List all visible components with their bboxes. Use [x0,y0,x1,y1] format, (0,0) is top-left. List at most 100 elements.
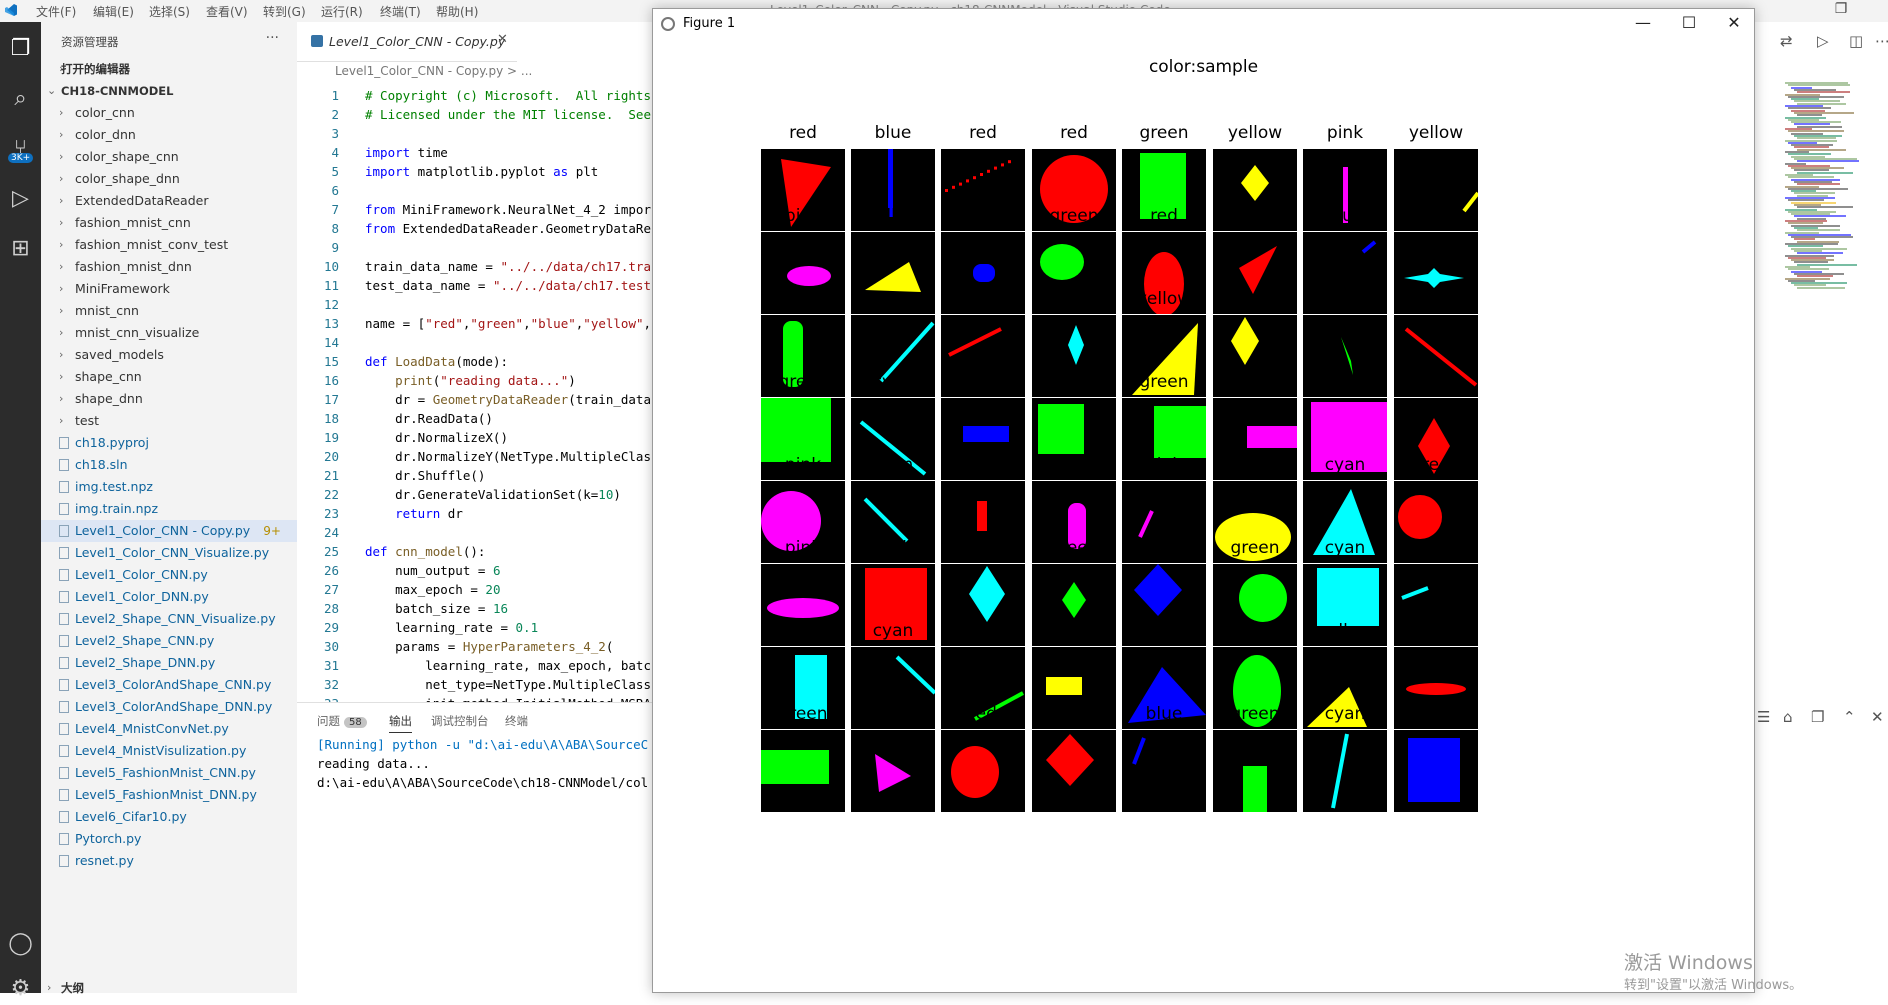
shape-mark [1341,337,1353,375]
matplotlib-figure-window[interactable]: Figure 1 — ☐ ✕ color:sample red blue red re… [652,8,1755,993]
file-item[interactable]: Level5_FashionMnist_CNN.py [41,762,297,784]
folder-item[interactable]: › mnist_cnn_visualize [41,322,297,344]
file-item[interactable]: ch18.sln [41,454,297,476]
file-item[interactable]: Level3_ColorAndShape_CNN.py [41,674,297,696]
search-icon[interactable]: ⌕ [4,82,37,115]
minimap-line [1797,160,1859,163]
menu-file[interactable]: 文件(F) [36,3,76,20]
file-item[interactable]: Level1_Color_CNN.py [41,564,297,586]
settings-gear-icon[interactable]: ⚙ [4,972,37,1005]
folder-item[interactable]: › ExtendedDataReader [41,190,297,212]
file-item[interactable]: Level5_FashionMnist_DNN.py [41,784,297,806]
file-icon [59,833,69,845]
menu-selection[interactable]: 选择(S) [149,3,190,20]
file-item[interactable]: Level2_Shape_CNN_Visualize.py [41,608,297,630]
file-item[interactable]: Level4_MnistVisulization.py [41,740,297,762]
file-label: img.train.npz [75,501,159,516]
line-text: test_data_name = "../../data/ch17.test [365,278,651,293]
sample-image [1122,730,1206,812]
code-editor[interactable]: Level1_Color_CNN - Copy.py ✕ Level1_Colo… [297,22,655,711]
tab-debug-console[interactable]: 调试控制台 [431,713,489,729]
file-item[interactable]: Level6_Cifar10.py [41,806,297,828]
file-item[interactable]: Level1_Color_DNN.py [41,586,297,608]
menu-terminal[interactable]: 终端(T) [380,3,421,20]
close-panel-icon[interactable]: ✕ [1871,708,1884,726]
compare-icon[interactable]: ⇄ [1780,32,1793,50]
explorer-icon[interactable]: ❐ [4,32,37,65]
open-editors-section[interactable]: › 打开的编辑器 [41,58,297,80]
folder-label: saved_models [75,347,164,362]
tab-output[interactable]: 输出 [389,713,412,733]
file-item[interactable]: Pytorch.py [41,828,297,850]
file-item[interactable]: img.test.npz [41,476,297,498]
list-filter-icon[interactable]: ☰ [1757,708,1770,726]
copy-icon[interactable]: ❐ [1811,708,1824,726]
run-file-icon[interactable]: ▷ [1817,32,1829,50]
folder-item[interactable]: › fashion_mnist_dnn [41,256,297,278]
code-line: 5 import matplotlib.pyplot as plt [297,162,655,181]
menu-run[interactable]: 运行(R) [321,3,363,20]
folder-item[interactable]: › mnist_cnn [41,300,297,322]
file-item[interactable]: resnet.py [41,850,297,872]
code-line: 8 from ExtendedDataReader.GeometryDataRe [297,219,655,238]
code-line: 13 name = ["red","green","blue","yellow", [297,314,655,333]
line-text: dr = GeometryDataReader(train_data [365,392,651,407]
folder-item[interactable]: › MiniFramework [41,278,297,300]
restore-window-icon[interactable]: ❐ [1818,1,1864,21]
folder-item[interactable]: › test [41,410,297,432]
folder-item[interactable]: › color_shape_dnn [41,168,297,190]
menu-edit[interactable]: 编辑(E) [93,3,134,20]
folder-item[interactable]: › color_dnn [41,124,297,146]
file-item[interactable]: Level2_Shape_CNN.py [41,630,297,652]
split-editor-icon[interactable]: ◫ [1849,32,1863,50]
minimize-icon[interactable]: — [1628,13,1658,32]
file-label: Level6_Cifar10.py [75,809,187,824]
folder-label: MiniFramework [75,281,170,296]
file-label: Pytorch.py [75,831,142,846]
file-label: Level1_Color_CNN_Visualize.py [75,545,270,560]
folder-item[interactable]: › fashion_mnist_conv_test [41,234,297,256]
tab-problems[interactable]: 问题 58 [317,713,367,729]
file-item[interactable]: Level3_ColorAndShape_DNN.py [41,696,297,718]
run-debug-icon[interactable]: ▷ [4,182,37,215]
file-item[interactable]: ch18.pyproj [41,432,297,454]
close-icon[interactable]: ✕ [1719,13,1749,32]
folder-item[interactable]: › shape_cnn [41,366,297,388]
folder-item[interactable]: › fashion_mnist_cnn [41,212,297,234]
line-text: return dr [395,506,463,521]
figure-suptitle: color:sample [1148,57,1259,77]
code-line: 17 dr = GeometryDataReader(train_data [297,390,655,409]
file-item[interactable]: Level2_Shape_DNN.py [41,652,297,674]
more-actions-icon[interactable]: ⋯ [1875,32,1888,50]
sample-label: red [1422,372,1450,392]
chevron-up-icon[interactable]: ⌃ [1843,708,1856,726]
folder-item[interactable]: › shape_dnn [41,388,297,410]
close-tab-icon[interactable]: ✕ [497,32,508,47]
shape-mark [948,327,1002,357]
file-item[interactable]: Level4_MnistConvNet.py [41,718,297,740]
tab-terminal[interactable]: 终端 [505,713,528,729]
file-item[interactable]: Level1_Color_CNN - Copy.py 9+ [41,520,297,542]
folder-item[interactable]: › saved_models [41,344,297,366]
file-item[interactable]: Level1_Color_CNN_Visualize.py [41,542,297,564]
tab-active-file[interactable]: Level1_Color_CNN - Copy.py ✕ [297,22,517,62]
breadcrumb[interactable]: Level1_Color_CNN - Copy.py > ... [335,64,532,78]
more-actions-icon[interactable]: ··· [266,30,279,46]
extensions-icon[interactable]: ⊞ [4,232,37,265]
account-icon[interactable]: ◯ [4,927,37,960]
menu-view[interactable]: 查看(V) [206,3,248,20]
code-line: 21 dr.Shuffle() [297,466,655,485]
line-number: 3 [331,126,339,141]
folder-item[interactable]: › color_cnn [41,102,297,124]
outline-section[interactable]: › 大纲 [41,977,297,999]
file-item[interactable]: img.train.npz [41,498,297,520]
project-section[interactable]: ⌄ CH18-CNNMODEL [41,80,297,102]
menu-help[interactable]: 帮助(H) [436,3,478,20]
shape-mark [1241,165,1269,201]
maximize-icon[interactable]: ☐ [1674,13,1704,32]
lock-icon[interactable]: ⌂ [1783,708,1793,726]
shape-mark [977,501,987,531]
chevron-down-icon: ⌄ [47,84,57,97]
folder-item[interactable]: › color_shape_cnn [41,146,297,168]
menu-go[interactable]: 转到(G) [263,3,306,20]
